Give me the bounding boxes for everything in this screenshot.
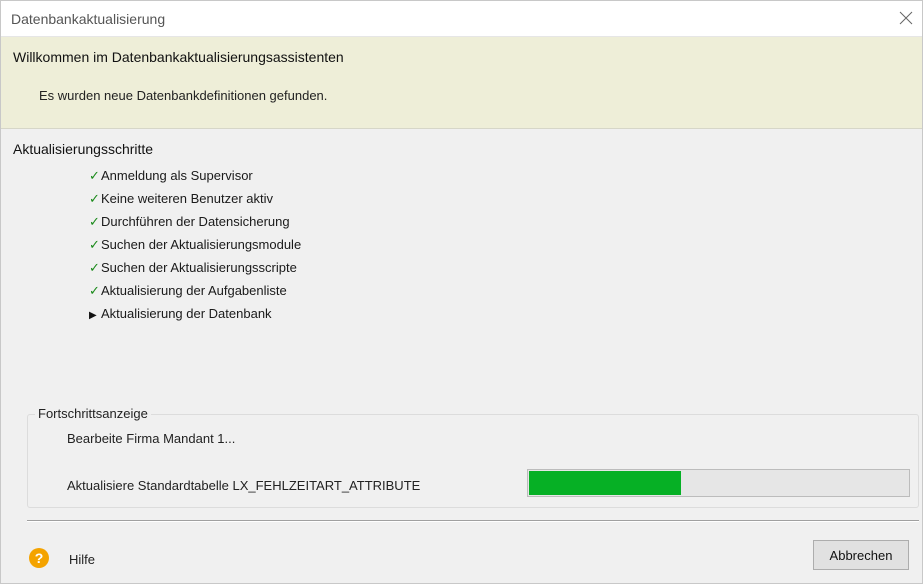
step-label: Suchen der Aktualisierungsscripte <box>101 260 297 275</box>
update-wizard-window: Datenbankaktualisierung Willkommen im Da… <box>0 0 923 584</box>
progress-bar <box>527 469 910 497</box>
checkmark-icon: ✓ <box>89 168 100 183</box>
step-item: ✓Keine weiteren Benutzer aktiv <box>89 191 301 214</box>
step-label: Aktualisierung der Aufgabenliste <box>101 283 287 298</box>
step-item: ✓Anmeldung als Supervisor <box>89 168 301 191</box>
welcome-title: Willkommen im Datenbankaktualisierungsas… <box>13 49 344 65</box>
welcome-subtitle: Es wurden neue Datenbankdefinitionen gef… <box>39 88 328 103</box>
cancel-button[interactable]: Abbrechen <box>813 540 909 570</box>
checkmark-icon: ✓ <box>89 283 100 298</box>
close-icon[interactable] <box>896 8 916 28</box>
checkmark-icon: ✓ <box>89 214 100 229</box>
footer-divider <box>27 520 919 522</box>
steps-list: ✓Anmeldung als Supervisor ✓Keine weiteren… <box>89 168 301 329</box>
steps-title: Aktualisierungsschritte <box>13 141 154 157</box>
step-item: ✓Aktualisierung der Aufgabenliste <box>89 283 301 306</box>
help-link[interactable]: Hilfe <box>69 552 95 567</box>
progress-table-text: Aktualisiere Standardtabelle LX_FEHLZEIT… <box>67 478 421 493</box>
step-label: Aktualisierung der Datenbank <box>101 306 272 321</box>
progress-group-label: Fortschrittsanzeige <box>35 406 151 421</box>
window-title: Datenbankaktualisierung <box>11 11 166 27</box>
checkmark-icon: ✓ <box>89 260 100 275</box>
step-item: ✓Suchen der Aktualisierungsmodule <box>89 237 301 260</box>
step-label: Suchen der Aktualisierungsmodule <box>101 237 302 252</box>
step-item: ✓Durchführen der Datensicherung <box>89 214 301 237</box>
step-item: ▶ Aktualisierung der Datenbank <box>89 306 301 329</box>
arrow-right-icon: ▶ <box>89 310 97 321</box>
step-label: Anmeldung als Supervisor <box>101 168 253 183</box>
checkmark-icon: ✓ <box>89 191 100 206</box>
progress-firma-text: Bearbeite Firma Mandant 1... <box>67 431 236 446</box>
step-label: Keine weiteren Benutzer aktiv <box>101 191 273 206</box>
title-bar: Datenbankaktualisierung <box>1 1 922 37</box>
checkmark-icon: ✓ <box>89 237 100 252</box>
help-icon[interactable]: ? <box>29 548 49 568</box>
welcome-header: Willkommen im Datenbankaktualisierungsas… <box>1 37 922 129</box>
step-item: ✓Suchen der Aktualisierungsscripte <box>89 260 301 283</box>
step-label: Durchführen der Datensicherung <box>101 214 290 229</box>
progress-bar-fill <box>529 471 681 495</box>
